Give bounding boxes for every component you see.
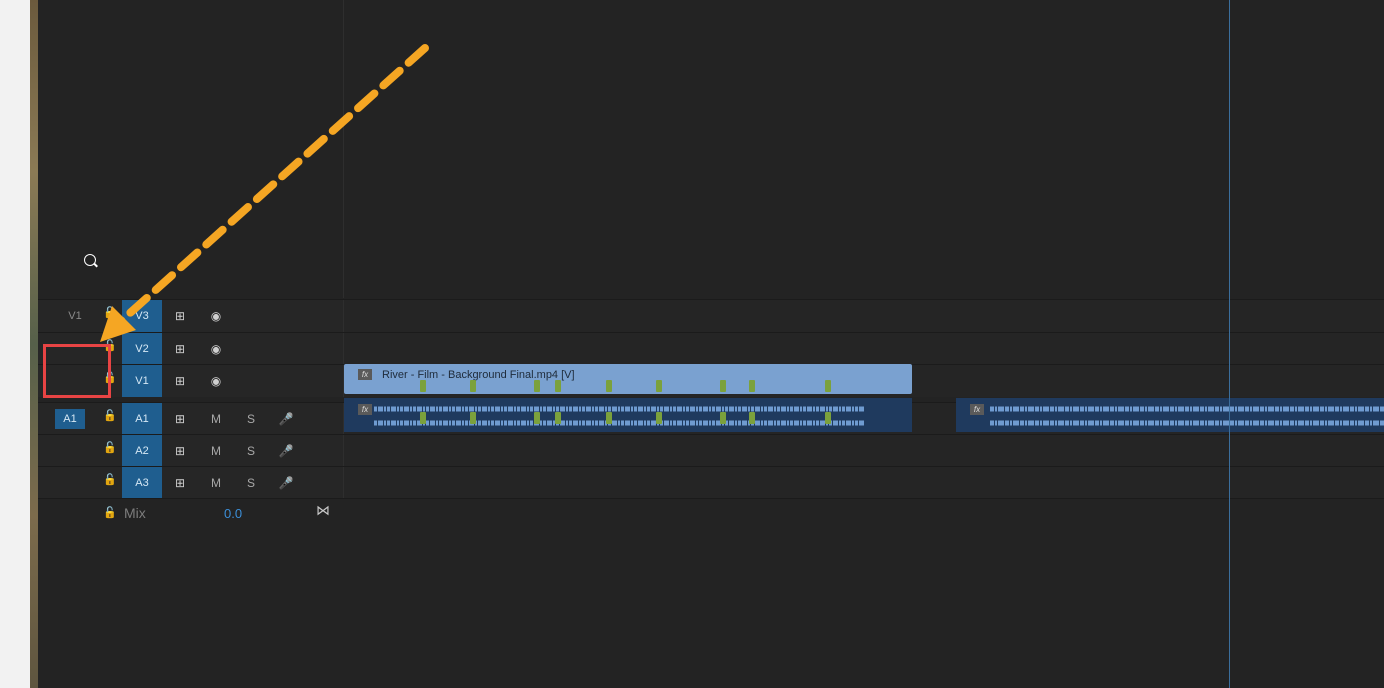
annotation-arrow (100, 44, 429, 342)
zoom-cursor-icon (84, 254, 96, 266)
